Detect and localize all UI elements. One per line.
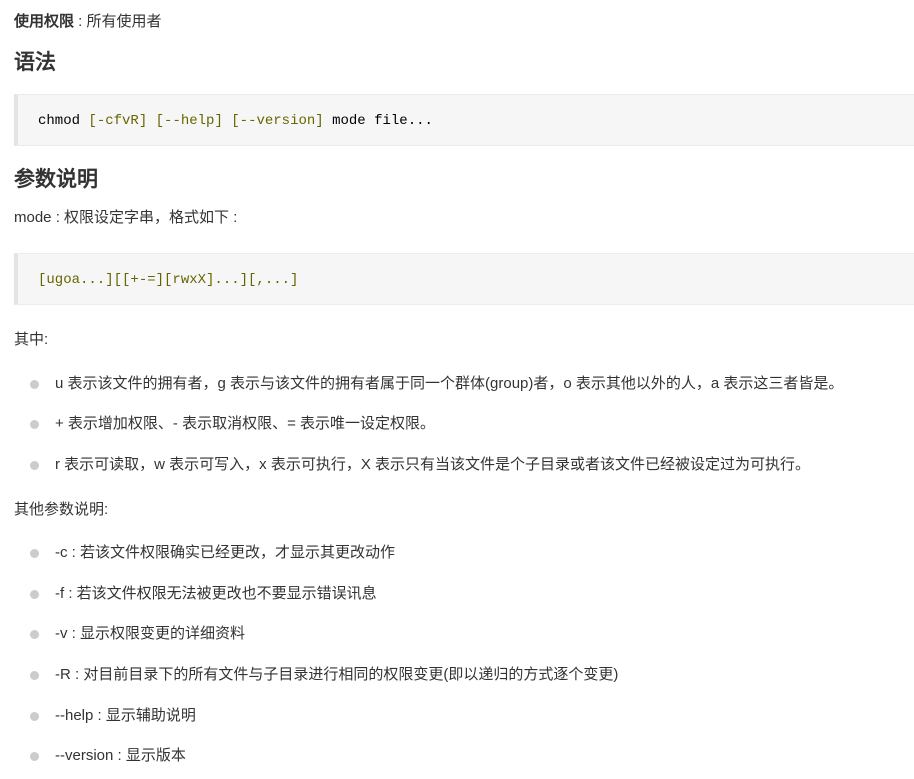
params-heading: 参数说明 <box>14 168 98 191</box>
code-command: chmod <box>38 113 89 129</box>
list-item-text: --help : 显示辅助说明 <box>55 707 196 724</box>
list-item-text: -c : 若该文件权限确实已经更改，才显示其更改动作 <box>55 544 395 561</box>
list-item: u 表示该文件的拥有者，g 表示与该文件的拥有者属于同一个群体(group)者，… <box>30 373 844 395</box>
bullet-icon <box>30 752 39 761</box>
code-option-version: [--version] <box>231 113 324 129</box>
code-option-cfvr: [-cfvR] <box>88 113 148 129</box>
bullet-icon <box>30 671 39 680</box>
bullet-icon <box>30 712 39 721</box>
list-item-text: -R : 对目前目录下的所有文件与子目录进行相同的权限变更(即以递归的方式逐个变… <box>55 666 619 683</box>
list-item: -v : 显示权限变更的详细资料 <box>30 623 245 645</box>
code-arguments: mode file... <box>323 113 433 129</box>
bullet-icon <box>30 461 39 470</box>
permission-separator: : <box>74 13 87 30</box>
permission-value: 所有使用者 <box>86 13 162 30</box>
mode-description: mode : 权限设定字串，格式如下 : <box>14 209 238 226</box>
where-label: 其中: <box>14 331 49 348</box>
bullet-icon <box>30 590 39 599</box>
list-item-text: r 表示可读取，w 表示可写入，x 表示可执行，X 表示只有当该文件是个子目录或… <box>55 456 811 473</box>
document-page: 使用权限 : 所有使用者 语法 chmod [-cfvR] [--help] [… <box>0 0 914 779</box>
list-item-text: u 表示该文件的拥有者，g 表示与该文件的拥有者属于同一个群体(group)者，… <box>55 375 844 392</box>
syntax-code-block: chmod [-cfvR] [--help] [--version] mode … <box>14 94 914 146</box>
list-item: -R : 对目前目录下的所有文件与子目录进行相同的权限变更(即以递归的方式逐个变… <box>30 664 619 686</box>
list-item: + 表示增加权限、- 表示取消权限、= 表示唯一设定权限。 <box>30 413 436 435</box>
list-item-text: -f : 若该文件权限无法被更改也不要显示错误讯息 <box>55 585 377 602</box>
mode-code-block: [ugoa...][[+-=][rwxX]...][,...] <box>14 253 914 305</box>
bullet-icon <box>30 549 39 558</box>
list-item-text: -v : 显示权限变更的详细资料 <box>55 625 245 642</box>
bullet-icon <box>30 380 39 389</box>
list-item: r 表示可读取，w 表示可写入，x 表示可执行，X 表示只有当该文件是个子目录或… <box>30 454 811 476</box>
mode-format-code: [ugoa...][[+-=][rwxX]...][,...] <box>38 272 299 288</box>
list-item: --help : 显示辅助说明 <box>30 705 196 727</box>
list-item: -c : 若该文件权限确实已经更改，才显示其更改动作 <box>30 542 395 564</box>
bullet-icon <box>30 420 39 429</box>
list-item: --version : 显示版本 <box>30 745 186 767</box>
code-option-help: [--help] <box>155 113 223 129</box>
list-item-text: --version : 显示版本 <box>55 747 186 764</box>
syntax-heading: 语法 <box>14 51 56 74</box>
permission-label: 使用权限 <box>14 13 75 30</box>
bullet-icon <box>30 630 39 639</box>
list-item-text: + 表示增加权限、- 表示取消权限、= 表示唯一设定权限。 <box>55 415 436 432</box>
list-item: -f : 若该文件权限无法被更改也不要显示错误讯息 <box>30 583 377 605</box>
permission-line: 使用权限 : 所有使用者 <box>14 11 162 33</box>
other-params-label: 其他参数说明: <box>14 501 109 518</box>
